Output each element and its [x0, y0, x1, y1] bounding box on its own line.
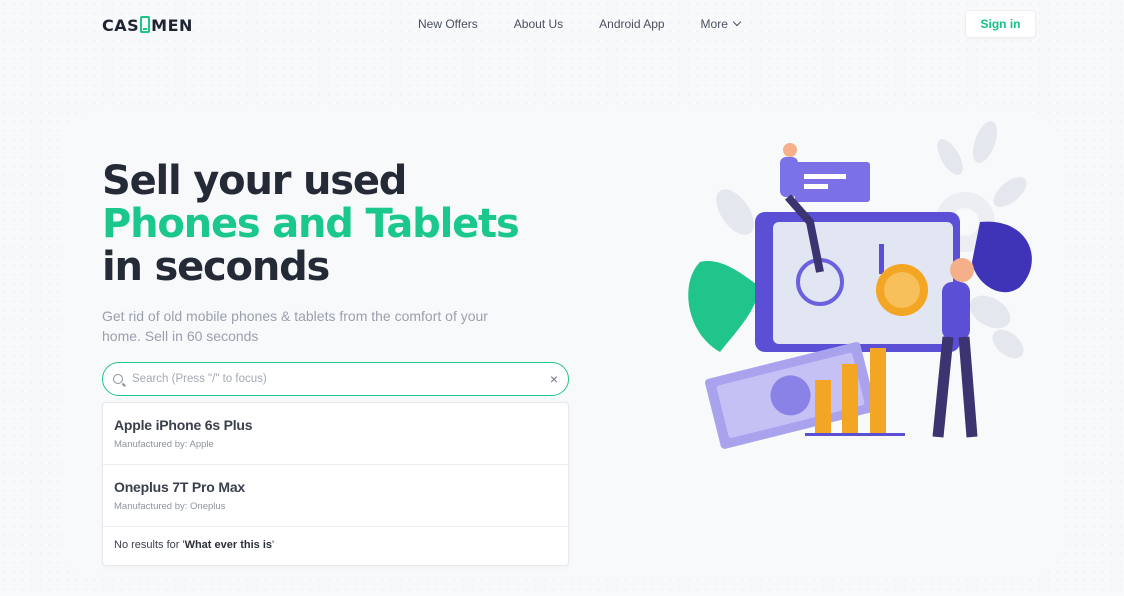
- hero-line-2: Phones and Tablets: [102, 201, 520, 247]
- header: CAS MEN New Offers About Us Android App …: [0, 0, 1124, 48]
- hero-illustration: [688, 121, 1032, 449]
- woman-legs: [932, 336, 978, 438]
- no-results-prefix: No results for ': [114, 539, 185, 551]
- chart-bar-1: [815, 380, 831, 433]
- woman-hair: [972, 221, 1032, 293]
- result-name: Apple iPhone 6s Plus: [114, 417, 253, 433]
- hero-line-1: Sell your used: [102, 158, 407, 204]
- person-body: [780, 157, 798, 197]
- credit-card: [795, 162, 870, 202]
- result-name: Oneplus 7T Pro Max: [114, 479, 245, 495]
- result-maker: Manufactured by: Apple: [114, 439, 214, 450]
- search-results: Apple iPhone 6s Plus Manufactured by: Ap…: [102, 402, 569, 566]
- sign-in-button[interactable]: Sign in: [965, 10, 1036, 38]
- no-results-query: What ever this is: [184, 539, 272, 551]
- green-leaf: [688, 261, 760, 352]
- nav-android-app[interactable]: Android App: [599, 17, 664, 31]
- chevron-down-icon: [732, 17, 742, 27]
- search-input[interactable]: [132, 373, 544, 385]
- hero-title: Sell your used Phones and Tablets in sec…: [102, 158, 520, 290]
- coin-inner: [884, 272, 920, 308]
- person-head: [783, 143, 797, 157]
- nav-more[interactable]: More: [700, 17, 742, 31]
- chart-baseline: [805, 433, 905, 436]
- nav-new-offers[interactable]: New Offers: [418, 17, 478, 31]
- clear-icon[interactable]: ×: [544, 371, 558, 387]
- hero-line-3: in seconds: [102, 244, 330, 290]
- nav-about-us[interactable]: About Us: [514, 17, 563, 31]
- no-results-suffix: ': [272, 539, 275, 551]
- result-maker: Manufactured by: Oneplus: [114, 501, 226, 512]
- chart-bar-3: [870, 348, 886, 433]
- woman-body: [942, 282, 970, 340]
- main-nav: New Offers About Us Android App More: [418, 17, 742, 31]
- card-stripe-2: [804, 184, 828, 189]
- hero-subtitle: Get rid of old mobile phones & tablets f…: [102, 308, 488, 344]
- phone-logo-icon: [140, 16, 151, 33]
- card-stripe: [804, 174, 846, 179]
- chart-bar-2: [842, 364, 858, 433]
- logo[interactable]: CAS MEN: [102, 16, 193, 35]
- result-item[interactable]: Apple iPhone 6s Plus Manufactured by: Ap…: [103, 403, 568, 465]
- result-item[interactable]: Oneplus 7T Pro Max Manufactured by: Onep…: [103, 465, 568, 527]
- search-icon: [113, 374, 123, 384]
- nav-more-label: More: [700, 17, 728, 31]
- search-box[interactable]: ×: [102, 362, 569, 396]
- tablet-bar: [879, 244, 884, 274]
- logo-text-right: MEN: [151, 16, 193, 35]
- woman-head: [950, 258, 974, 282]
- no-results-message: No results for 'What ever this is': [103, 527, 568, 563]
- logo-text-left: CAS: [102, 16, 140, 35]
